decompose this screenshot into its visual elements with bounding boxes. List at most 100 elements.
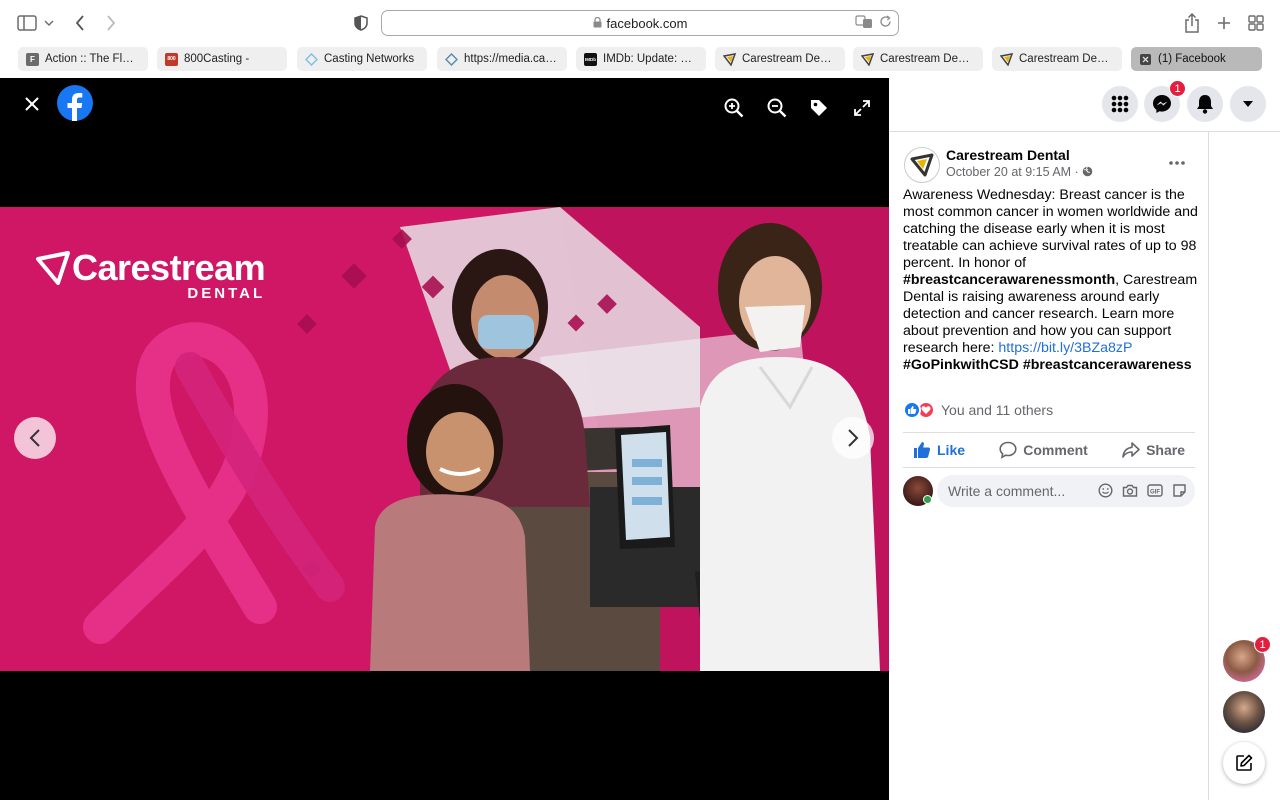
chevron-left-icon	[29, 429, 40, 447]
messenger-button[interactable]: 1	[1144, 80, 1186, 122]
messenger-icon	[1153, 95, 1171, 113]
comment-button[interactable]: Comment	[989, 441, 1098, 459]
tab-bar: F Action :: The Flor... 800 800Casting -…	[0, 46, 1280, 78]
tab-label: Casting Networks	[324, 53, 415, 65]
thumbs-up-icon	[914, 442, 931, 458]
notifications-button[interactable]	[1187, 86, 1223, 122]
tab-media[interactable]: https://media.cas...	[437, 47, 567, 71]
tab-favicon-icon: IMDb	[584, 52, 597, 66]
new-message-button[interactable]	[1223, 742, 1265, 784]
post-timestamp[interactable]: October 20 at 9:15 AM ·	[946, 165, 1093, 179]
comment-icon	[999, 441, 1017, 459]
url-text: facebook.com	[606, 15, 688, 31]
tab-label: Action :: The Flor...	[45, 53, 142, 65]
tab-favicon-icon: F	[26, 52, 39, 66]
zoom-out-icon[interactable]	[765, 96, 789, 120]
post-panel: Carestream Dental October 20 at 9:15 AM …	[889, 132, 1209, 800]
like-reaction-icon	[903, 401, 921, 419]
post-body: Awareness Wednesday: Breast cancer is th…	[903, 187, 1199, 374]
tab-carestream-2[interactable]: Carestream Dent...	[853, 47, 983, 71]
carestream-favicon-icon	[1000, 52, 1013, 66]
grid-menu-icon	[1111, 95, 1129, 113]
post-text-part: Awareness Wednesday: Breast cancer is th…	[903, 187, 1198, 271]
camera-icon[interactable]	[1122, 483, 1138, 498]
post-more-options-button[interactable]	[1169, 152, 1185, 170]
tab-carestream-1[interactable]: Carestream Dent...	[715, 47, 845, 71]
online-status-dot	[923, 495, 932, 504]
fullscreen-icon[interactable]	[850, 96, 874, 120]
caret-down-icon	[1243, 101, 1253, 107]
brand-name: Carestream	[72, 247, 266, 288]
post-link[interactable]: https://bit.ly/3BZa8zP	[998, 340, 1132, 356]
close-tab-icon[interactable]	[1139, 53, 1152, 66]
comment-composer: Write a comment... GIF	[903, 475, 1195, 507]
back-icon[interactable]	[68, 11, 92, 35]
chat-head-avatar[interactable]: 1	[1223, 636, 1271, 682]
reload-icon[interactable]	[879, 15, 892, 32]
next-photo-button[interactable]	[832, 417, 874, 459]
tab-casting-networks[interactable]: Casting Networks	[297, 47, 427, 71]
menu-button[interactable]	[1102, 86, 1138, 122]
emoji-icon[interactable]	[1098, 483, 1113, 498]
share-label: Share	[1146, 442, 1185, 458]
share-button[interactable]: Share	[1112, 441, 1195, 459]
hashtag-link[interactable]: #breastcancerawarenessmonth	[903, 272, 1115, 288]
facebook-header: 1	[889, 78, 1280, 132]
browser-toolbar: facebook.com	[0, 0, 1280, 46]
tag-icon[interactable]	[807, 96, 831, 120]
bell-icon	[1197, 95, 1213, 114]
carestream-logo-icon	[910, 153, 934, 177]
sidebar-toggle-icon[interactable]	[15, 11, 39, 35]
page-avatar[interactable]	[904, 147, 940, 183]
chat-head-avatar[interactable]	[1223, 691, 1265, 733]
diamond-favicon-icon	[305, 52, 318, 66]
tab-imdb[interactable]: IMDb IMDb: Update: St...	[576, 47, 706, 71]
close-icon[interactable]	[20, 92, 44, 116]
comment-placeholder: Write a comment...	[948, 483, 1066, 499]
new-tab-icon[interactable]	[1212, 11, 1236, 35]
carestream-favicon-icon	[723, 52, 736, 66]
comment-input[interactable]: Write a comment... GIF	[937, 475, 1195, 507]
carestream-logo: Carestream DENTAL	[36, 247, 266, 302]
chat-head-badge: 1	[1254, 636, 1271, 653]
tab-label: Carestream Dent...	[1019, 53, 1117, 65]
svg-text:GIF: GIF	[1150, 490, 1160, 496]
tab-carestream-3[interactable]: Carestream Dent...	[992, 47, 1122, 71]
hashtag-link[interactable]: #GoPinkwithCSD	[903, 357, 1019, 373]
tab-label: Carestream Dent...	[880, 53, 978, 65]
reactions-count-text: You and 11 others	[941, 402, 1054, 418]
tab-label: IMDb: Update: St...	[603, 53, 701, 65]
compose-icon	[1236, 754, 1253, 771]
tab-label: (1) Facebook	[1158, 53, 1226, 65]
forward-icon[interactable]	[99, 11, 123, 35]
globe-icon	[1082, 166, 1093, 177]
address-bar[interactable]: facebook.com	[381, 10, 899, 36]
like-button[interactable]: Like	[903, 441, 975, 459]
tab-800casting[interactable]: 800 800Casting -	[157, 47, 287, 71]
post-author[interactable]: Carestream Dental	[946, 147, 1070, 163]
reactions-summary[interactable]: You and 11 others	[903, 401, 1053, 419]
more-horizontal-icon	[1169, 161, 1185, 165]
zoom-in-icon[interactable]	[722, 96, 746, 120]
sticker-icon[interactable]	[1172, 483, 1187, 498]
facebook-logo-icon[interactable]	[57, 85, 93, 121]
photo-viewer: Carestream DENTAL	[0, 78, 889, 800]
tab-facebook[interactable]: (1) Facebook	[1131, 47, 1262, 71]
diamond-favicon-icon	[445, 52, 458, 66]
share-icon[interactable]	[1180, 11, 1204, 35]
post-photo: Carestream DENTAL	[0, 207, 889, 671]
gif-icon[interactable]: GIF	[1147, 483, 1163, 498]
hashtag-link[interactable]: #breastcancerawareness	[1023, 357, 1192, 373]
tab-label: https://media.cas...	[464, 53, 561, 65]
account-button[interactable]	[1230, 86, 1266, 122]
tab-overview-icon[interactable]	[1244, 11, 1268, 35]
translate-icon[interactable]	[855, 15, 873, 32]
tab-action[interactable]: F Action :: The Flor...	[18, 47, 148, 71]
chat-rail: 1	[1209, 132, 1280, 800]
share-arrow-icon	[1122, 442, 1140, 458]
shield-icon[interactable]	[349, 11, 373, 35]
previous-photo-button[interactable]	[14, 417, 56, 459]
messenger-badge: 1	[1169, 80, 1186, 97]
tab-label: Carestream Dent...	[742, 53, 840, 65]
chevron-down-icon[interactable]	[40, 11, 58, 35]
